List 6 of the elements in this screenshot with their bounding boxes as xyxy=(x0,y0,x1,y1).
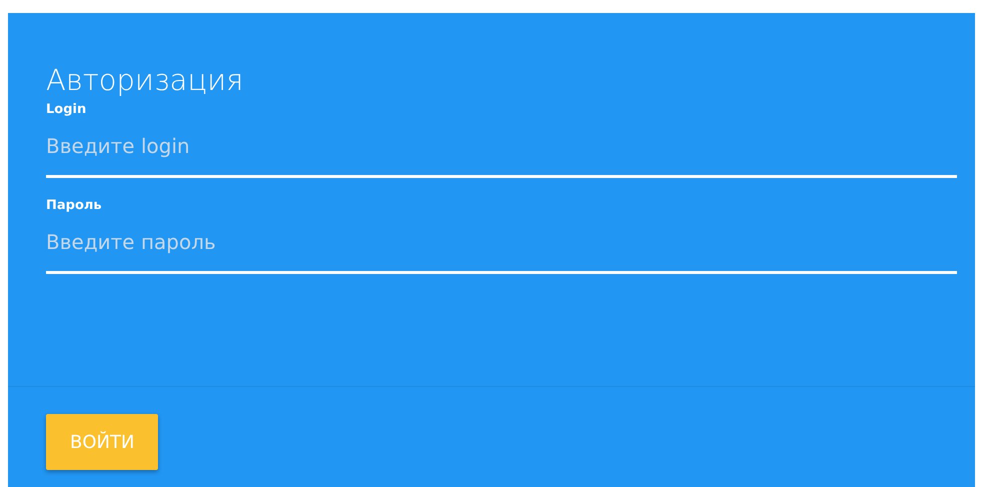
input-field[interactable]: Введите login xyxy=(46,118,957,178)
login-button[interactable]: ВОЙТИ xyxy=(46,414,158,470)
field-label: Login xyxy=(46,102,88,119)
form-title: Авторизация xyxy=(46,63,244,98)
field-label: Пароль xyxy=(46,198,103,215)
input-field[interactable]: Введите пароль xyxy=(46,214,957,274)
